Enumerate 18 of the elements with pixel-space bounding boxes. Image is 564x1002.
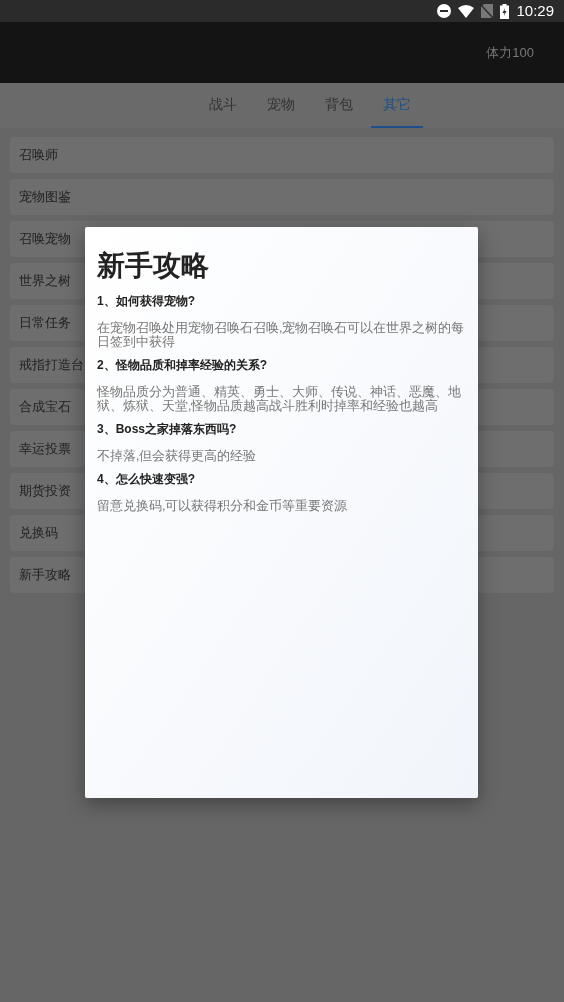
stamina-label: 体力100 xyxy=(486,43,534,62)
menu-item[interactable]: 宠物图鉴 xyxy=(10,179,554,215)
tab[interactable]: 其它 xyxy=(370,83,423,128)
answer-text: 留意兑换码,可以获得积分和金币等重要资源 xyxy=(97,499,349,513)
menu-item[interactable]: 召唤师 xyxy=(10,137,554,173)
answer-text: 在宠物召唤处用宠物召唤石召唤,宠物召唤石可以在世界之树的每日签到中获得 xyxy=(97,321,466,349)
question-text: 2、怪物品质和掉率经验的关系? xyxy=(97,357,268,373)
answer-text: 怪物品质分为普通、精英、勇士、大师、传说、神话、恶魔、地狱、炼狱、天堂,怪物品质越高战斗胜利时掉率和经验也越高 xyxy=(97,385,462,413)
question-text: 3、Boss之家掉落东西吗? xyxy=(97,421,238,437)
question-text: 4、怎么快速变强? xyxy=(97,471,196,487)
no-sim-icon xyxy=(481,4,494,18)
wifi-icon xyxy=(458,4,475,18)
answer-text: 不掉落,但会获得更高的经验 xyxy=(97,449,258,463)
do-not-disturb-icon xyxy=(437,4,452,18)
battery-icon xyxy=(500,3,510,19)
question-text: 1、如何获得宠物? xyxy=(97,293,196,309)
dialog-title: 新手攻略 xyxy=(97,249,210,283)
status-time: 10:29 xyxy=(516,0,554,21)
